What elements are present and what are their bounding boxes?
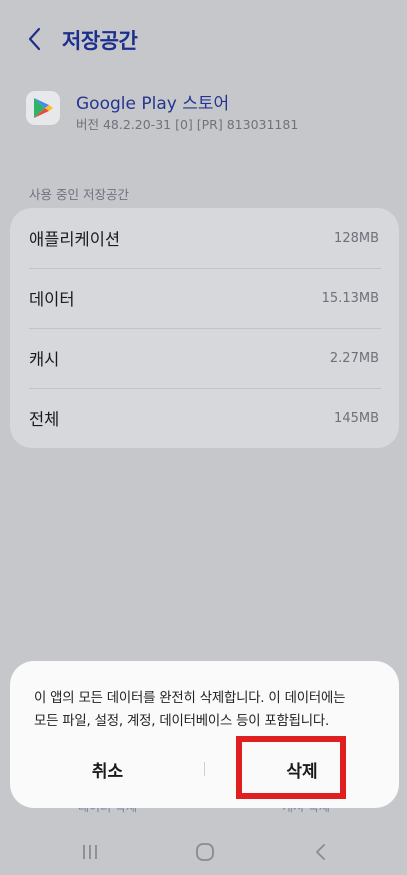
recents-icon	[83, 845, 97, 859]
highlight-box	[236, 736, 346, 799]
row-label: 캐시	[29, 350, 60, 369]
home-button[interactable]	[191, 840, 219, 864]
row-label: 애플리케이션	[29, 230, 121, 249]
app-info: Google Play 스토어 버전 48.2.20-31 [0] [PR] 8…	[0, 85, 407, 135]
row-label: 전체	[29, 410, 60, 429]
dialog-message-line: 모든 파일, 설정, 계정, 데이터베이스 등이 포함됩니다.	[34, 714, 330, 729]
back-button[interactable]	[24, 26, 48, 52]
app-version: 버전 48.2.20-31 [0] [PR] 813031181	[76, 117, 299, 132]
row-value: 2.27MB	[329, 350, 379, 366]
storage-row-total: 전체 145MB	[10, 388, 399, 448]
storage-row-apps: 애플리케이션 128MB	[10, 208, 399, 268]
storage-row-cache: 캐시 2.27MB	[10, 328, 399, 388]
row-value: 128MB	[334, 230, 379, 246]
header: 저장공간	[0, 18, 407, 60]
back-icon	[316, 844, 325, 860]
cancel-button[interactable]: 취소	[10, 755, 205, 783]
home-icon	[196, 843, 214, 861]
dialog-message-line: 이 앱의 모든 데이터를 완전히 삭제합니다. 이 데이터에는	[34, 691, 346, 706]
app-name: Google Play 스토어	[76, 94, 230, 114]
storage-row-data: 데이터 15.13MB	[10, 268, 399, 328]
row-value: 15.13MB	[321, 290, 379, 306]
nav-back-button[interactable]	[307, 840, 335, 864]
row-label: 데이터	[29, 290, 75, 309]
row-value: 145MB	[334, 410, 379, 426]
google-play-icon	[26, 91, 60, 125]
dialog-message: 이 앱의 모든 데이터를 완전히 삭제합니다. 이 데이터에는 모든 파일, 설…	[34, 687, 379, 733]
page-title: 저장공간	[62, 29, 138, 53]
section-label: 사용 중인 저장공간	[29, 187, 129, 202]
recents-button[interactable]	[76, 840, 104, 864]
chevron-left-icon	[28, 27, 41, 51]
navigation-bar	[0, 820, 407, 875]
storage-card: 애플리케이션 128MB 데이터 15.13MB 캐시 2.27MB 전체 14…	[10, 208, 399, 448]
